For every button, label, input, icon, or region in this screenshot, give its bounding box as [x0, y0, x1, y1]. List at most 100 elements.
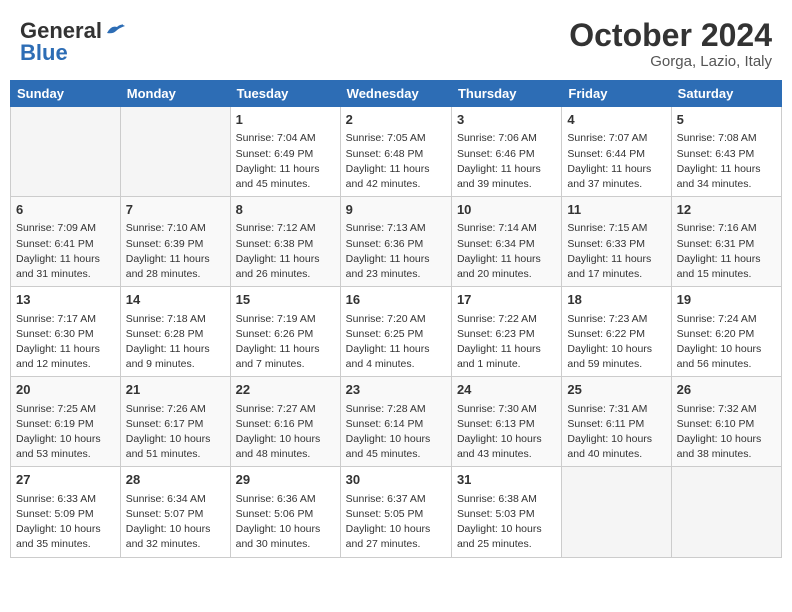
day-number: 19 [677, 291, 776, 309]
calendar-week-row: 20 Sunrise: 7:25 AMSunset: 6:19 PMDayligh… [11, 377, 782, 467]
day-info: Sunrise: 6:38 AMSunset: 5:03 PMDaylight:… [457, 492, 556, 553]
calendar-day-cell [120, 107, 230, 197]
calendar-day-cell [671, 467, 781, 557]
day-number: 15 [236, 291, 335, 309]
logo: General Blue [20, 18, 127, 66]
calendar-day-cell: 27 Sunrise: 6:33 AMSunset: 5:09 PMDayligh… [11, 467, 121, 557]
calendar-day-cell: 4Sunrise: 7:07 AMSunset: 6:44 PMDaylight… [562, 107, 671, 197]
day-number: 16 [346, 291, 446, 309]
day-number: 21 [126, 381, 225, 399]
day-info: Sunrise: 7:14 AMSunset: 6:34 PMDaylight:… [457, 221, 556, 282]
month-heading: October 2024 [569, 18, 772, 53]
calendar-day-cell: 16 Sunrise: 7:20 AMSunset: 6:25 PMDayligh… [340, 287, 451, 377]
day-info: Sunrise: 7:31 AMSunset: 6:11 PMDaylight:… [567, 402, 665, 463]
day-number: 9 [346, 201, 446, 219]
day-info: Sunrise: 7:26 AMSunset: 6:17 PMDaylight:… [126, 402, 225, 463]
calendar-day-cell: 9Sunrise: 7:13 AMSunset: 6:36 PMDaylight… [340, 197, 451, 287]
weekday-header-thursday: Thursday [451, 81, 561, 107]
calendar-day-cell: 23 Sunrise: 7:28 AMSunset: 6:14 PMDayligh… [340, 377, 451, 467]
day-info: Sunrise: 7:09 AMSunset: 6:41 PMDaylight:… [16, 221, 115, 282]
location-heading: Gorga, Lazio, Italy [569, 53, 772, 70]
calendar-day-cell: 1 Sunrise: 7:04 AMSunset: 6:49 PMDaylight… [230, 107, 340, 197]
day-number: 6 [16, 201, 115, 219]
calendar-day-cell: 19Sunrise: 7:24 AMSunset: 6:20 PMDayligh… [671, 287, 781, 377]
day-info: Sunrise: 7:12 AMSunset: 6:38 PMDaylight:… [236, 221, 335, 282]
day-info: Sunrise: 7:17 AMSunset: 6:30 PMDaylight:… [16, 312, 115, 373]
day-info: Sunrise: 7:18 AMSunset: 6:28 PMDaylight:… [126, 312, 225, 373]
day-number: 31 [457, 471, 556, 489]
day-number: 4 [567, 111, 665, 129]
day-number: 25 [567, 381, 665, 399]
day-info: Sunrise: 7:20 AMSunset: 6:25 PMDaylight:… [346, 312, 446, 373]
day-info: Sunrise: 7:15 AMSunset: 6:33 PMDaylight:… [567, 221, 665, 282]
weekday-header-tuesday: Tuesday [230, 81, 340, 107]
day-number: 26 [677, 381, 776, 399]
calendar-day-cell: 31 Sunrise: 6:38 AMSunset: 5:03 PMDayligh… [451, 467, 561, 557]
day-number: 23 [346, 381, 446, 399]
logo-blue: Blue [20, 40, 68, 66]
calendar-day-cell: 12Sunrise: 7:16 AMSunset: 6:31 PMDayligh… [671, 197, 781, 287]
day-number: 29 [236, 471, 335, 489]
day-info: Sunrise: 7:10 AMSunset: 6:39 PMDaylight:… [126, 221, 225, 282]
day-info: Sunrise: 7:04 AMSunset: 6:49 PMDaylight:… [236, 131, 335, 192]
day-info: Sunrise: 7:27 AMSunset: 6:16 PMDaylight:… [236, 402, 335, 463]
day-info: Sunrise: 7:08 AMSunset: 6:43 PMDaylight:… [677, 131, 776, 192]
day-info: Sunrise: 7:32 AMSunset: 6:10 PMDaylight:… [677, 402, 776, 463]
day-info: Sunrise: 7:19 AMSunset: 6:26 PMDaylight:… [236, 312, 335, 373]
calendar-day-cell: 20 Sunrise: 7:25 AMSunset: 6:19 PMDayligh… [11, 377, 121, 467]
logo-bird-icon [105, 21, 127, 39]
day-number: 11 [567, 201, 665, 219]
calendar-day-cell: 13 Sunrise: 7:17 AMSunset: 6:30 PMDayligh… [11, 287, 121, 377]
weekday-header-wednesday: Wednesday [340, 81, 451, 107]
day-info: Sunrise: 6:37 AMSunset: 5:05 PMDaylight:… [346, 492, 446, 553]
day-info: Sunrise: 7:06 AMSunset: 6:46 PMDaylight:… [457, 131, 556, 192]
day-number: 24 [457, 381, 556, 399]
calendar-day-cell: 5 Sunrise: 7:08 AMSunset: 6:43 PMDaylight… [671, 107, 781, 197]
day-number: 12 [677, 201, 776, 219]
day-info: Sunrise: 7:23 AMSunset: 6:22 PMDaylight:… [567, 312, 665, 373]
calendar-day-cell: 22Sunrise: 7:27 AMSunset: 6:16 PMDayligh… [230, 377, 340, 467]
calendar-day-cell: 26 Sunrise: 7:32 AMSunset: 6:10 PMDayligh… [671, 377, 781, 467]
calendar-day-cell: 10Sunrise: 7:14 AMSunset: 6:34 PMDayligh… [451, 197, 561, 287]
calendar-day-cell: 30Sunrise: 6:37 AMSunset: 5:05 PMDayligh… [340, 467, 451, 557]
day-number: 14 [126, 291, 225, 309]
calendar-week-row: 1 Sunrise: 7:04 AMSunset: 6:49 PMDaylight… [11, 107, 782, 197]
calendar-day-cell [11, 107, 121, 197]
weekday-header-sunday: Sunday [11, 81, 121, 107]
day-info: Sunrise: 7:28 AMSunset: 6:14 PMDaylight:… [346, 402, 446, 463]
day-info: Sunrise: 6:34 AMSunset: 5:07 PMDaylight:… [126, 492, 225, 553]
calendar-day-cell: 14 Sunrise: 7:18 AMSunset: 6:28 PMDayligh… [120, 287, 230, 377]
day-info: Sunrise: 7:25 AMSunset: 6:19 PMDaylight:… [16, 402, 115, 463]
calendar-day-cell [562, 467, 671, 557]
day-number: 20 [16, 381, 115, 399]
day-number: 3 [457, 111, 556, 129]
day-number: 28 [126, 471, 225, 489]
day-info: Sunrise: 7:30 AMSunset: 6:13 PMDaylight:… [457, 402, 556, 463]
calendar-week-row: 6 Sunrise: 7:09 AMSunset: 6:41 PMDaylight… [11, 197, 782, 287]
weekday-header-monday: Monday [120, 81, 230, 107]
calendar-day-cell: 11 Sunrise: 7:15 AMSunset: 6:33 PMDayligh… [562, 197, 671, 287]
calendar-day-cell: 25 Sunrise: 7:31 AMSunset: 6:11 PMDayligh… [562, 377, 671, 467]
calendar-week-row: 13 Sunrise: 7:17 AMSunset: 6:30 PMDayligh… [11, 287, 782, 377]
day-info: Sunrise: 6:33 AMSunset: 5:09 PMDaylight:… [16, 492, 115, 553]
calendar-day-cell: 8Sunrise: 7:12 AMSunset: 6:38 PMDaylight… [230, 197, 340, 287]
day-number: 17 [457, 291, 556, 309]
calendar-day-cell: 6 Sunrise: 7:09 AMSunset: 6:41 PMDaylight… [11, 197, 121, 287]
weekday-header-saturday: Saturday [671, 81, 781, 107]
calendar-day-cell: 28 Sunrise: 6:34 AMSunset: 5:07 PMDayligh… [120, 467, 230, 557]
header: General Blue October 2024 Gorga, Lazio, … [10, 10, 782, 74]
day-number: 5 [677, 111, 776, 129]
calendar-day-cell: 2 Sunrise: 7:05 AMSunset: 6:48 PMDaylight… [340, 107, 451, 197]
day-number: 27 [16, 471, 115, 489]
month-title: October 2024 Gorga, Lazio, Italy [569, 18, 772, 70]
day-number: 1 [236, 111, 335, 129]
day-number: 18 [567, 291, 665, 309]
calendar-day-cell: 21 Sunrise: 7:26 AMSunset: 6:17 PMDayligh… [120, 377, 230, 467]
calendar-day-cell: 15 Sunrise: 7:19 AMSunset: 6:26 PMDayligh… [230, 287, 340, 377]
day-info: Sunrise: 6:36 AMSunset: 5:06 PMDaylight:… [236, 492, 335, 553]
day-info: Sunrise: 7:05 AMSunset: 6:48 PMDaylight:… [346, 131, 446, 192]
calendar-header-row: SundayMondayTuesdayWednesdayThursdayFrid… [11, 81, 782, 107]
day-number: 13 [16, 291, 115, 309]
day-number: 2 [346, 111, 446, 129]
calendar-day-cell: 24 Sunrise: 7:30 AMSunset: 6:13 PMDayligh… [451, 377, 561, 467]
